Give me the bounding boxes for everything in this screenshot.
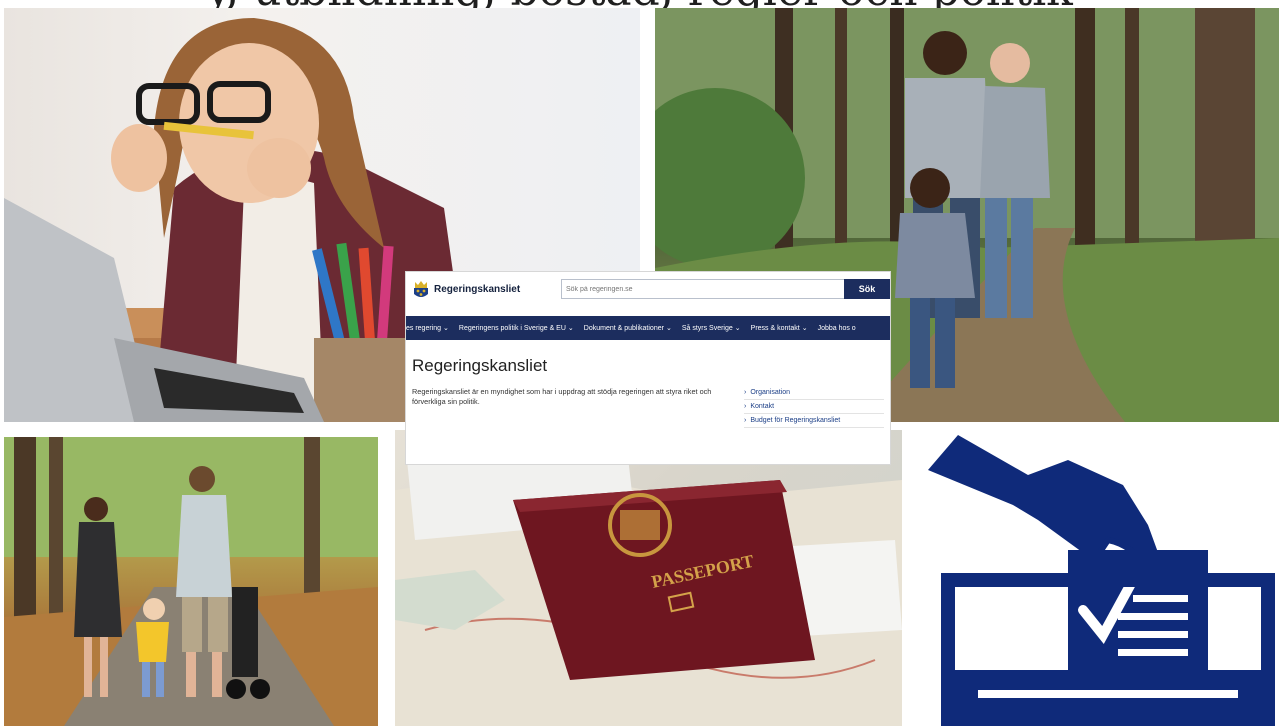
nav-item-regering[interactable]: es regering ⌄ [406,324,449,333]
link-label: Kontakt [750,403,775,410]
page-description: Regeringskansliet är en myndighet som ha… [412,387,712,406]
link-label: Organisation [750,389,791,396]
nav-item-politik[interactable]: Regeringens politik i Sverige & EU ⌄ [458,324,574,333]
nav-item-label: Press & kontakt [750,324,800,332]
search-input[interactable] [561,279,845,299]
ballot-box-icon [928,435,1275,726]
chevron-down-icon: ⌄ [443,325,449,332]
nav-item-label: es regering [406,324,442,332]
regeringskansliet-website: Regeringskansliet Sök es regering ⌄ Rege… [406,272,890,464]
link-kontakt[interactable]: › Kontakt [744,400,884,414]
nav-item-jobba[interactable]: Jobba hos o [818,325,856,332]
crown-shield-icon [414,281,428,297]
related-links: › Organisation › Kontakt › Budget för Reger… [744,386,884,428]
main-navigation: es regering ⌄ Regeringens politik i Sver… [406,316,890,340]
family-park-illustration [4,437,378,726]
nav-item-dokument[interactable]: Dokument & publikationer ⌄ [583,324,672,333]
passport-map-illustration: PASSEPORT [395,430,902,726]
chevron-down-icon: ⌄ [801,325,808,332]
nav-item-label: Jobba hos o [817,324,856,332]
voting-ballot-icon [918,430,1279,726]
photo-family-park [4,437,378,726]
link-budget[interactable]: › Budget för Regeringskansliet [744,414,884,428]
search-button[interactable]: Sök [844,279,890,299]
chevron-down-icon: ⌄ [567,325,574,332]
site-brand[interactable]: Regeringskansliet [434,284,520,295]
chevron-down-icon: ⌄ [734,325,741,332]
nav-item-press-kontakt[interactable]: Press & kontakt ⌄ [750,324,808,333]
photo-passport-map: PASSEPORT [395,430,902,726]
nav-item-sa-styrs-sverige[interactable]: Så styrs Sverige ⌄ [681,324,741,333]
chevron-right-icon: › [744,403,747,410]
chevron-right-icon: › [744,417,747,424]
nav-item-label: Så styrs Sverige [681,324,733,332]
link-organisation[interactable]: › Organisation [744,386,884,400]
site-header: Regeringskansliet Sök [406,272,890,308]
page-title: Regeringskansliet [412,356,548,375]
chevron-down-icon: ⌄ [665,325,672,332]
nav-item-label: Regeringens politik i Sverige & EU [458,324,566,332]
chevron-right-icon: › [744,389,747,396]
link-label: Budget för Regeringskansliet [750,417,841,424]
nav-item-label: Dokument & publikationer [583,324,664,332]
